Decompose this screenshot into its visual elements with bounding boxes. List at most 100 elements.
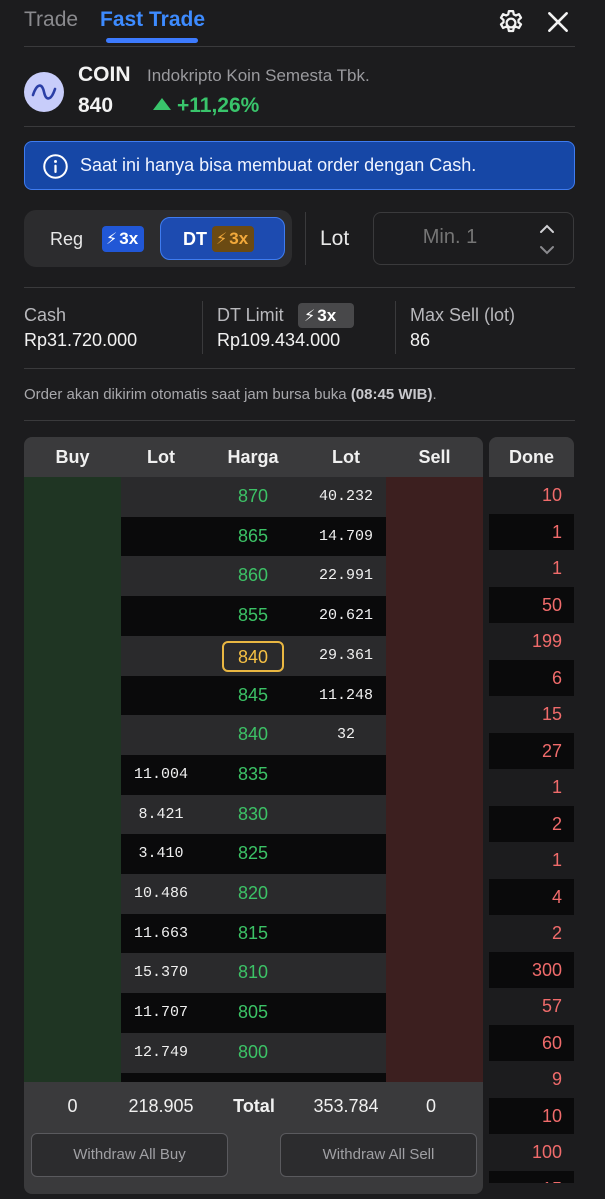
totals-panel: 0 218.905 Total 353.784 0 Withdraw All B… xyxy=(24,1082,483,1194)
offer-lot: 22.991 xyxy=(318,567,373,585)
tab-trade[interactable]: Trade xyxy=(24,8,78,32)
current-price-cell[interactable]: 840 xyxy=(222,640,284,672)
reg-multiplier-text: 3x xyxy=(119,229,139,248)
done-cell: 6 xyxy=(489,659,574,696)
withdraw-all-sell-button[interactable]: Withdraw All Sell xyxy=(280,1133,477,1177)
gear-icon[interactable] xyxy=(496,8,526,38)
price-cell[interactable]: 855 xyxy=(218,605,288,626)
bid-lot: 11.707 xyxy=(133,1004,188,1022)
total-buy-lot: 218.905 xyxy=(128,1096,194,1116)
lot-label: Lot xyxy=(320,227,350,250)
offer-lot: 40.232 xyxy=(318,488,373,505)
done-cell: 1 xyxy=(489,769,574,805)
done-cell: 2 xyxy=(489,805,574,842)
price-cell[interactable]: 800 xyxy=(218,1042,288,1063)
done-cell: 60 xyxy=(489,1024,574,1061)
bolt-icon: ⚡ xyxy=(216,231,228,248)
cash-value: Rp31.720.000 xyxy=(24,330,138,350)
order-book-row[interactable]: 840 32 xyxy=(121,715,386,756)
order-book-row[interactable]: 8.421 830 xyxy=(121,794,386,835)
header-buy-lot: Lot xyxy=(147,447,175,467)
mode-dt-button[interactable]: DT ⚡ 3x xyxy=(160,217,285,260)
order-book-row[interactable]: 840 29.361 xyxy=(121,635,386,676)
price-change: +11,26% xyxy=(153,94,259,118)
info-separator xyxy=(202,301,203,354)
offer-lot: 29.361 xyxy=(318,646,373,664)
done-cell: 9 xyxy=(489,1061,574,1097)
header-buy: Buy xyxy=(55,447,90,467)
bolt-icon: ⚡ xyxy=(304,308,316,325)
cash-label: Cash xyxy=(24,305,67,325)
total-sell: 0 xyxy=(425,1096,436,1116)
done-cell: 57 xyxy=(489,988,574,1024)
bid-lot: 8.421 xyxy=(138,805,184,823)
order-note: Order akan dikirim otomatis saat jam bur… xyxy=(24,386,437,403)
bid-lot: 15.370 xyxy=(133,964,188,982)
dt-limit-label: DT Limit xyxy=(217,305,284,325)
done-cell: 1 xyxy=(489,842,574,878)
sell-column[interactable] xyxy=(386,477,483,1082)
lot-input[interactable] xyxy=(374,226,526,249)
bid-lot: 11.004 xyxy=(133,765,188,783)
bid-lot: 3.410 xyxy=(138,845,184,863)
active-tab-indicator xyxy=(106,38,198,43)
price-cell[interactable]: 835 xyxy=(218,764,288,785)
order-book-row[interactable]: 795 xyxy=(121,1072,386,1082)
order-book-row[interactable]: 11.707 805 xyxy=(121,993,386,1034)
order-note-text: Order akan dikirim otomatis saat jam bur… xyxy=(24,386,351,403)
buy-column[interactable] xyxy=(24,477,121,1082)
order-book-row[interactable]: 11.663 815 xyxy=(121,913,386,954)
header-done: Done xyxy=(509,447,554,467)
stock-ticker: COIN xyxy=(78,63,131,86)
order-book-row[interactable]: 855 20.621 xyxy=(121,596,386,637)
note-divider xyxy=(24,420,575,421)
bid-lot: 11.663 xyxy=(133,924,188,942)
order-book: 870 40.232 865 14.709 860 22.991 855 20.621 840 2… xyxy=(24,477,483,1082)
done-cell: 10 xyxy=(489,477,574,513)
done-cell: 100 xyxy=(489,1134,574,1170)
done-cell: 2 xyxy=(489,915,574,951)
order-book-row[interactable]: 860 22.991 xyxy=(121,556,386,597)
header-sell-lot: Lot xyxy=(332,447,360,467)
order-book-row[interactable]: 870 40.232 xyxy=(121,477,386,517)
offer-lot: 11.248 xyxy=(318,686,373,704)
order-book-row[interactable]: 12.749 800 xyxy=(121,1032,386,1073)
price-cell[interactable]: 815 xyxy=(218,923,288,944)
order-book-row[interactable]: 11.004 835 xyxy=(121,754,386,795)
price-cell[interactable]: 825 xyxy=(218,843,288,864)
order-book-row[interactable]: 3.410 825 xyxy=(121,834,386,875)
close-icon[interactable] xyxy=(545,8,571,36)
stock-divider xyxy=(24,126,575,127)
withdraw-all-buy-button[interactable]: Withdraw All Buy xyxy=(31,1133,228,1177)
info-icon xyxy=(43,154,68,179)
price-cell[interactable]: 810 xyxy=(218,962,288,983)
company-name: Indokripto Koin Semesta Tbk. xyxy=(147,66,370,85)
chevron-down-icon[interactable] xyxy=(535,241,559,259)
mode-reg-label: Reg xyxy=(50,229,84,249)
wave-icon xyxy=(31,84,57,100)
reg-multiplier-badge: ⚡ 3x xyxy=(102,226,145,252)
done-cell: 4 xyxy=(489,878,574,915)
dt-multiplier-badge: ⚡ 3x xyxy=(212,226,255,252)
price-cell[interactable]: 820 xyxy=(218,883,288,904)
price-cell[interactable]: 840 xyxy=(218,724,288,745)
tab-fast-trade[interactable]: Fast Trade xyxy=(100,8,205,32)
order-book-row[interactable]: 865 14.709 xyxy=(121,516,386,557)
order-book-row[interactable]: 15.370 810 xyxy=(121,953,386,994)
controls-divider xyxy=(24,287,575,288)
mode-reg-button[interactable]: Reg ⚡ 3x xyxy=(38,222,162,256)
price-cell[interactable]: 865 xyxy=(218,526,288,547)
price-cell[interactable]: 805 xyxy=(218,1002,288,1023)
price-cell[interactable]: 860 xyxy=(218,565,288,586)
done-cell: 1 xyxy=(489,513,574,550)
dt-limit-badge: ⚡ 3x xyxy=(298,303,354,328)
price-cell[interactable]: 870 xyxy=(218,486,288,507)
price-cell[interactable]: 830 xyxy=(218,804,288,825)
chevron-up-icon[interactable] xyxy=(535,220,559,238)
order-book-row[interactable]: 10.486 820 xyxy=(121,874,386,914)
mode-dt-label: DT xyxy=(183,229,207,249)
mode-toggle: Reg ⚡ 3x DT ⚡ 3x xyxy=(24,210,292,267)
order-book-header: Buy Lot Harga Lot Sell xyxy=(24,437,483,477)
order-book-row[interactable]: 845 11.248 xyxy=(121,675,386,716)
price-cell[interactable]: 845 xyxy=(218,685,288,706)
